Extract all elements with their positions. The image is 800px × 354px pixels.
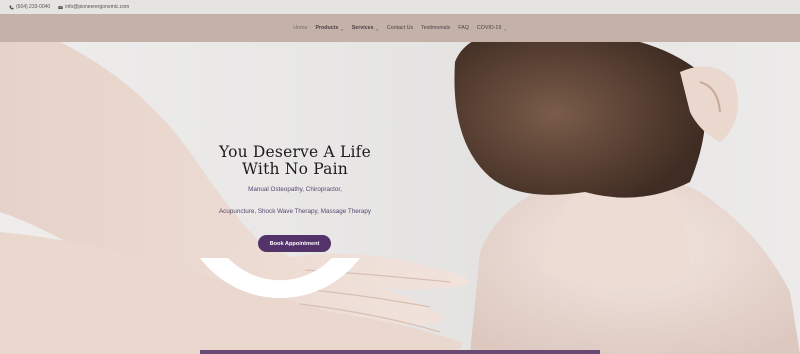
email-contact[interactable]: info@pioneerergonomic.com xyxy=(58,4,129,10)
nav-item-label: Contact Us xyxy=(386,25,414,31)
chevron-down-icon: ⌄ xyxy=(340,25,344,31)
hero-section: You Deserve A Life With No Pain Manual O… xyxy=(0,42,800,354)
hero-title-line-2: With No Pain xyxy=(242,160,348,178)
nav-item-home[interactable]: Home xyxy=(293,25,307,31)
hero-background-image xyxy=(0,42,800,354)
chevron-down-icon: ⌄ xyxy=(503,25,507,31)
hero-title: You Deserve A Life With No Pain xyxy=(190,144,400,178)
accent-bar xyxy=(200,350,600,354)
top-bar: (604) 233-0040 info@pioneerergonomic.com xyxy=(0,0,800,14)
nav-item-label: COVID-19 xyxy=(476,25,502,31)
nav-item-label: Testimonials xyxy=(421,25,451,31)
envelope-icon xyxy=(58,5,64,9)
nav-item-products[interactable]: Products ⌄ xyxy=(315,25,343,31)
nav-item-testimonials[interactable]: Testimonials xyxy=(421,25,450,31)
nav-item-label: Products xyxy=(315,25,339,31)
nav-item-faq[interactable]: FAQ xyxy=(458,25,469,31)
hero-services-line-2: Acupuncture, Shock Wave Therapy, Massage… xyxy=(218,208,372,215)
nav-item-services[interactable]: Services ⌄ xyxy=(352,25,379,31)
nav-item-label: Home xyxy=(293,25,308,31)
phone-contact[interactable]: (604) 233-0040 xyxy=(9,4,50,10)
book-appointment-button[interactable]: Book Appointment xyxy=(258,235,331,252)
email-address[interactable]: info@pioneerergonomic.com xyxy=(65,4,129,10)
nav-item-label: FAQ xyxy=(458,25,469,31)
nav-item-contact-us[interactable]: Contact Us xyxy=(387,25,413,31)
chevron-down-icon: ⌄ xyxy=(375,25,379,31)
main-navigation: Home Products ⌄ Services ⌄ Contact Us Test… xyxy=(0,14,800,42)
hero-services-line-1: Manual Osteopathy, Chiropractor, xyxy=(248,186,342,193)
nav-item-label: Services xyxy=(351,25,374,31)
nav-item-covid-19[interactable]: COVID-19 ⌄ xyxy=(477,25,507,31)
nav-menu: Home Products ⌄ Services ⌄ Contact Us Test… xyxy=(293,25,506,31)
phone-icon xyxy=(9,5,14,9)
phone-number[interactable]: (604) 233-0040 xyxy=(16,4,50,10)
hero-title-line-1: You Deserve A Life xyxy=(218,143,371,161)
